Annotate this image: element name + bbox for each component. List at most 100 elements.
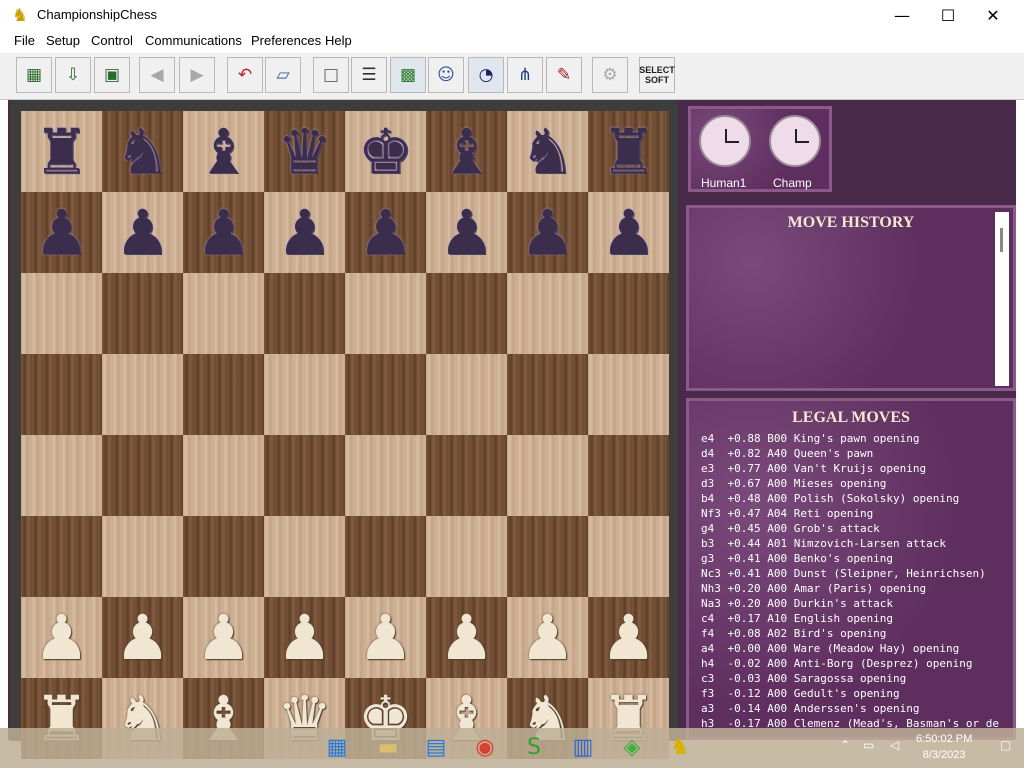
notepad-icon[interactable]: ▥ [568, 733, 598, 763]
board-square[interactable] [21, 354, 102, 435]
save-game-icon[interactable]: ▣ [94, 57, 130, 93]
black-piece-icon[interactable]: ♞ [115, 120, 171, 183]
legal-move-item[interactable]: b3 +0.44 A01 Nimzovich-Larsen attack [701, 536, 1021, 551]
maximize-button[interactable]: ☐ [925, 0, 971, 31]
board-square[interactable] [588, 273, 669, 354]
board-square[interactable] [345, 273, 426, 354]
board-square[interactable]: ♟ [102, 597, 183, 678]
board-square[interactable]: ♟ [588, 597, 669, 678]
legal-move-item[interactable]: Nh3 +0.20 A00 Amar (Paris) opening [701, 581, 1021, 596]
white-piece-icon[interactable]: ♟ [358, 606, 414, 669]
legal-move-item[interactable]: d3 +0.67 A00 Mieses opening [701, 476, 1021, 491]
board-square[interactable] [345, 516, 426, 597]
menu-communications[interactable]: Communications [145, 33, 242, 48]
board-square[interactable] [264, 273, 345, 354]
legal-move-item[interactable]: f3 -0.12 A00 Gedult's opening [701, 686, 1021, 701]
board-square[interactable] [102, 435, 183, 516]
chrome-icon[interactable]: ◉ [470, 733, 500, 763]
board-square[interactable] [183, 516, 264, 597]
app-s-icon[interactable]: S [519, 733, 549, 763]
black-piece-icon[interactable]: ♝ [196, 120, 252, 183]
board-square[interactable] [507, 354, 588, 435]
board-square[interactable]: ♟ [264, 192, 345, 273]
analysis-icon[interactable]: ⋔ [507, 57, 543, 93]
board-square[interactable]: ♟ [183, 192, 264, 273]
black-piece-icon[interactable]: ♟ [277, 201, 333, 264]
board-square[interactable] [507, 435, 588, 516]
board-square[interactable] [21, 435, 102, 516]
board-square[interactable]: ♟ [264, 597, 345, 678]
new-game-board-icon[interactable]: ▦ [16, 57, 52, 93]
menu-control[interactable]: Control [91, 33, 133, 48]
board-square[interactable]: ♛ [264, 111, 345, 192]
board-view-icon[interactable]: ▩ [390, 57, 426, 93]
board-square[interactable]: ♟ [345, 192, 426, 273]
black-piece-icon[interactable]: ♟ [196, 201, 252, 264]
board-square[interactable] [507, 516, 588, 597]
board-square[interactable]: ♟ [183, 597, 264, 678]
legal-move-item[interactable]: c4 +0.17 A10 English opening [701, 611, 1021, 626]
board-square[interactable] [264, 516, 345, 597]
board-square[interactable] [345, 354, 426, 435]
board-square[interactable]: ♚ [345, 111, 426, 192]
legal-move-item[interactable]: c3 -0.03 A00 Saragossa opening [701, 671, 1021, 686]
legal-move-item[interactable]: Na3 +0.20 A00 Durkin's attack [701, 596, 1021, 611]
black-piece-icon[interactable]: ♚ [358, 120, 414, 183]
black-piece-icon[interactable]: ♟ [601, 201, 657, 264]
white-piece-icon[interactable]: ♟ [439, 606, 495, 669]
black-piece-icon[interactable]: ♜ [601, 120, 657, 183]
dice-icon[interactable]: ◈ [617, 733, 647, 763]
board-square[interactable] [426, 435, 507, 516]
board-square[interactable] [426, 516, 507, 597]
legal-move-item[interactable]: b4 +0.48 A00 Polish (Sokolsky) opening [701, 491, 1021, 506]
black-piece-icon[interactable]: ♜ [34, 120, 90, 183]
clocks-icon[interactable]: ◔ [468, 57, 504, 93]
board-square[interactable]: ♟ [102, 192, 183, 273]
volume-icon[interactable]: ◁ [890, 738, 899, 752]
start-icon[interactable]: ▦ [322, 733, 352, 763]
board-square[interactable]: ♟ [21, 597, 102, 678]
system-clock[interactable]: 6:50:02 PM 8/3/2023 [916, 731, 972, 763]
notification-icon[interactable]: ▢ [1000, 738, 1011, 752]
legal-move-item[interactable]: e4 +0.88 B00 King's pawn opening [701, 431, 1021, 446]
board-square[interactable] [588, 435, 669, 516]
notation-list-icon[interactable]: ☰ [351, 57, 387, 93]
legal-move-item[interactable]: d4 +0.82 A40 Queen's pawn [701, 446, 1021, 461]
board-square[interactable] [588, 354, 669, 435]
open-game-icon[interactable]: ⇩ [55, 57, 91, 93]
back-arrow-icon[interactable]: ◀ [139, 57, 175, 93]
legal-move-item[interactable]: Nf3 +0.47 A04 Reti opening [701, 506, 1021, 521]
chess-board[interactable]: ♜ ♞ ♝ ♛ ♚ ♝ ♞ ♜ ♟ ♟ ♟ ♟ ♟ ♟ ♟ ♟ ♟ ♟ ♟ ♟ ♟ ♟ ♟ ♟ ♜ ♞ ♝ ♛ ♚ ♝ ♞ ♜ [21, 111, 669, 759]
black-piece-icon[interactable]: ♝ [439, 120, 495, 183]
store-icon[interactable]: ▤ [421, 733, 451, 763]
black-piece-icon[interactable]: ♞ [520, 120, 576, 183]
black-piece-icon[interactable]: ♟ [520, 201, 576, 264]
board-square[interactable] [507, 273, 588, 354]
menu-help[interactable]: Help [325, 33, 352, 48]
board-square[interactable] [102, 273, 183, 354]
board-square[interactable] [102, 516, 183, 597]
legal-move-item[interactable]: f4 +0.08 A02 Bird's opening [701, 626, 1021, 641]
undo-move-icon[interactable]: ↶ [227, 57, 263, 93]
head-icon[interactable]: ☺ [428, 57, 464, 93]
board-square[interactable] [183, 273, 264, 354]
black-piece-icon[interactable]: ♛ [277, 120, 333, 183]
flip-board-icon[interactable]: ▱ [265, 57, 301, 93]
menu-file[interactable]: File [14, 33, 35, 48]
settings-icon[interactable]: ⚙ [592, 57, 628, 93]
board-square[interactable]: ♟ [21, 192, 102, 273]
network-icon[interactable]: ▭ [863, 738, 874, 752]
close-button[interactable]: ✕ [970, 0, 1016, 31]
legal-move-item[interactable]: h4 -0.02 A00 Anti-Borg (Desprez) opening [701, 656, 1021, 671]
black-piece-icon[interactable]: ♟ [34, 201, 90, 264]
legal-move-item[interactable]: Nc3 +0.41 A00 Dunst (Sleipner, Heinrichs… [701, 566, 1021, 581]
board-square[interactable]: ♜ [588, 111, 669, 192]
board-square[interactable]: ♞ [102, 111, 183, 192]
move-history-scrollbar[interactable] [995, 212, 1009, 386]
board-square[interactable]: ♟ [507, 192, 588, 273]
black-piece-icon[interactable]: ♟ [439, 201, 495, 264]
board-square[interactable] [183, 435, 264, 516]
white-piece-icon[interactable]: ♟ [196, 606, 252, 669]
board-square[interactable]: ♜ [21, 111, 102, 192]
board-square[interactable]: ♟ [507, 597, 588, 678]
